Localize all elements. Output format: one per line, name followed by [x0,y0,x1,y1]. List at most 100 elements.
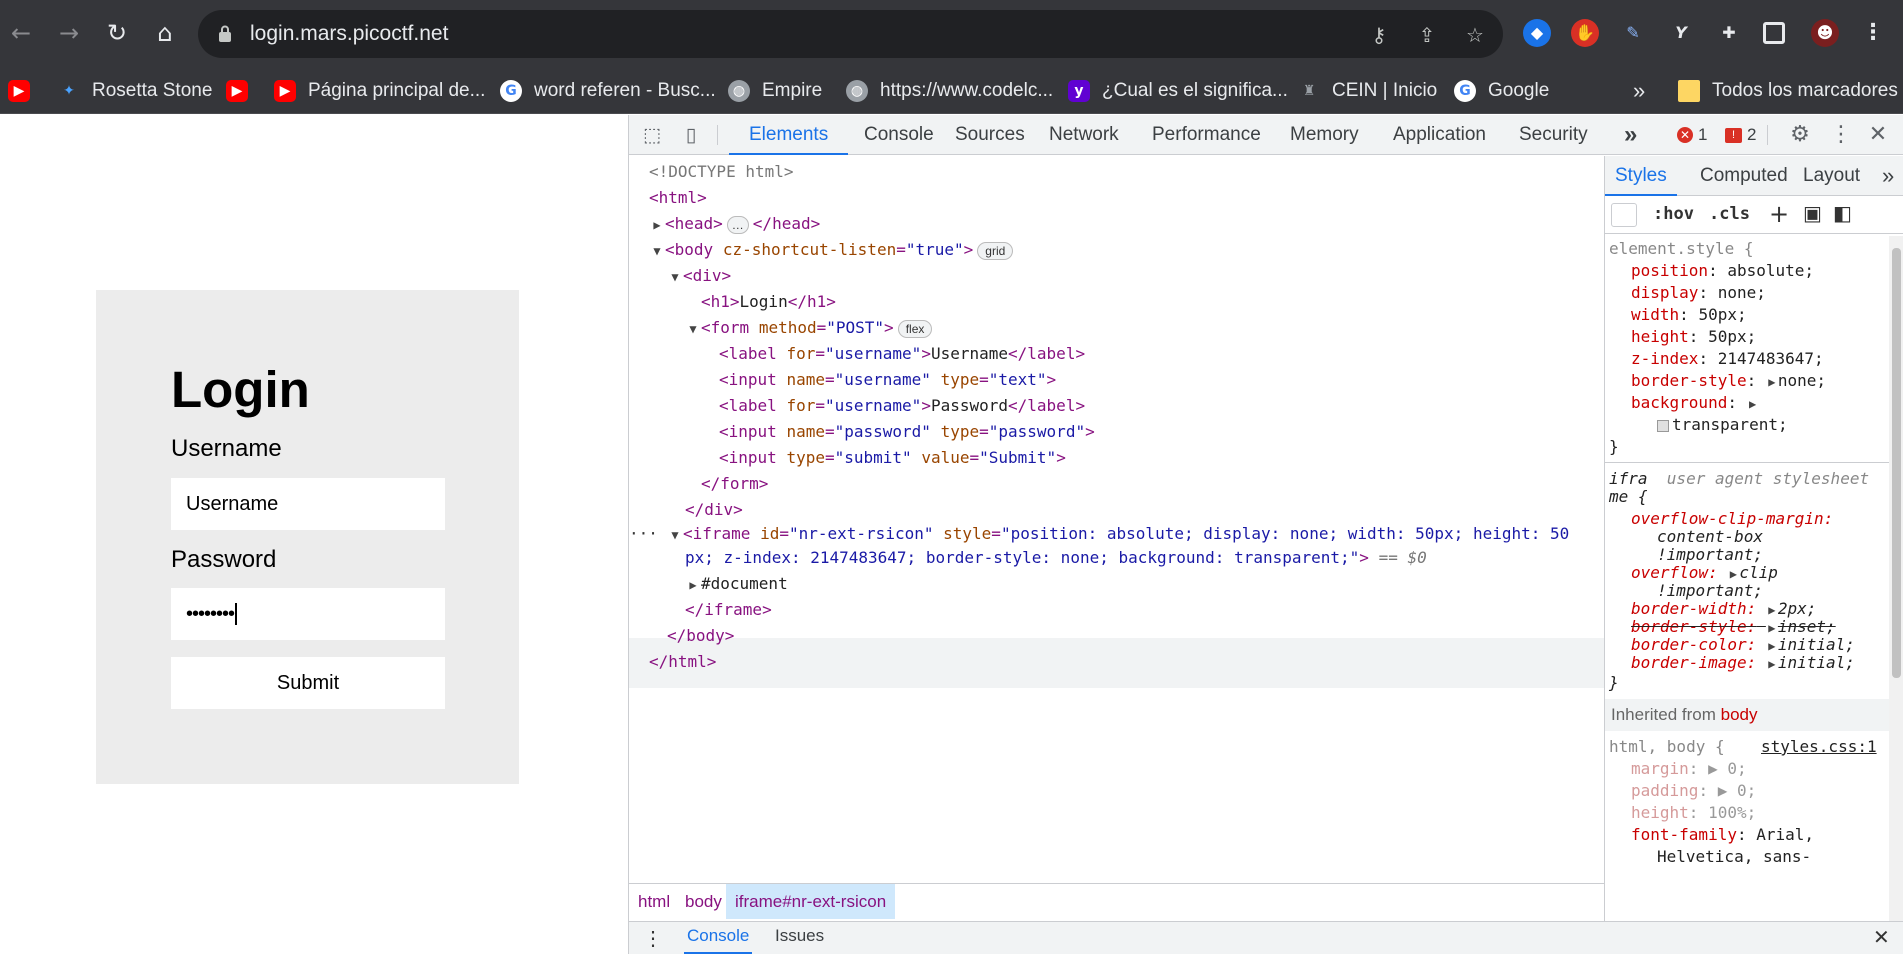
html-close-line[interactable]: </html> [649,650,716,674]
bookmark-codelco[interactable]: ◍ https://www.codelc... [846,77,1053,105]
extension-y-icon[interactable]: Y [1667,19,1695,47]
more-tabs-chevron[interactable]: » [1624,115,1637,155]
password-field[interactable]: •••••••• [171,588,445,640]
collapse-triangle-icon[interactable]: ▼ [649,239,665,263]
back-arrow-icon[interactable]: ← [6,18,36,48]
issues-counter[interactable]: ! 2 [1725,125,1756,145]
expand-triangle-icon[interactable]: ▶ [1747,393,1759,415]
doctype-line[interactable]: <!DOCTYPE html> [649,160,794,184]
document-line[interactable]: ▶ #document [685,572,787,597]
devtools-menu-icon[interactable]: ⋮ [1828,123,1854,147]
html-body-selector[interactable]: html, body { [1609,736,1725,758]
div-open-line[interactable]: ▼ <div> [667,264,731,288]
scrollbar-thumb[interactable] [1892,248,1901,678]
username-field[interactable] [171,478,445,530]
star-icon[interactable]: ☆ [1462,22,1488,48]
share-icon[interactable]: ⇪ [1414,22,1440,48]
puzzle-icon[interactable]: ✚ [1715,19,1743,47]
tab-security[interactable]: Security [1511,115,1596,155]
toggle-sidebar-icon[interactable]: ◧ [1833,201,1852,225]
tab-memory[interactable]: Memory [1282,115,1367,155]
css-prop-background[interactable]: background: ▶ [1631,392,1759,415]
add-rule-icon[interactable]: + [1769,200,1789,228]
tab-console[interactable]: Console [856,115,942,155]
bookmark-google[interactable]: G Google [1454,77,1549,105]
more-tabs-chevron[interactable]: » [1882,156,1894,196]
drawer-menu-icon[interactable]: ⋮ [643,926,663,951]
h1-line[interactable]: <h1>Login</h1> [701,290,836,314]
bookmarks-overflow-chevron[interactable]: » [1633,77,1645,105]
paint-roller-icon[interactable]: ▣ [1803,201,1822,225]
div-close-line[interactable]: </div> [685,498,743,522]
ua-selector-line[interactable]: ifra user agent stylesheet [1609,468,1869,490]
home-icon[interactable]: ⌂ [150,18,180,48]
element-style-selector[interactable]: element.style { [1609,238,1754,260]
error-counter[interactable]: ✕ 1 [1677,125,1707,145]
bookmark-all[interactable]: Todos los marcadores [1678,77,1898,105]
bookmark-rosetta[interactable]: ✦ Rosetta Stone [58,77,212,105]
url-text[interactable]: login.mars.picoctf.net [250,22,448,46]
avatar[interactable]: ☻ [1811,19,1839,47]
bookmark-yahoo[interactable]: y ¿Cual es el significa... [1068,77,1288,105]
body-close-line[interactable]: </body> [667,624,734,648]
tab-styles[interactable]: Styles [1605,156,1677,196]
iframe-close-line[interactable]: </iframe> [685,598,772,622]
eyedropper-icon[interactable]: ✎ [1619,19,1647,47]
cls-toggle[interactable]: .cls [1709,204,1750,224]
inherited-prop-padding[interactable]: padding: ▶ 0; [1631,780,1756,802]
tab-computed[interactable]: Computed [1692,156,1796,196]
css-prop-width[interactable]: width: 50px; [1631,304,1747,326]
collapse-triangle-icon[interactable]: ▼ [667,265,683,289]
expand-triangle-icon[interactable]: ▶ [1766,371,1778,393]
ua-prop-border-image[interactable]: border-image: ▶ initial; [1631,652,1855,675]
iframe-open-line[interactable]: ▼ <iframe id="nr-ext-rsicon" style="posit… [667,522,1569,546]
expand-triangle-icon[interactable]: ▶ [1766,653,1778,675]
body-open-line[interactable]: ▼ <body cz-shortcut-listen="true"> grid [649,238,1014,263]
css-prop-z-index[interactable]: z-index: 2147483647; [1631,348,1824,370]
collapse-triangle-icon[interactable]: ▼ [685,317,701,341]
inherited-prop-margin[interactable]: margin: ▶ 0; [1631,758,1747,780]
hov-toggle[interactable]: :hov [1653,204,1694,224]
flex-badge[interactable]: flex [897,319,933,338]
bookmark-youtube-2[interactable]: ▶ [226,77,260,105]
form-open-line[interactable]: ▼ <form method="POST"> flex [685,316,933,341]
collapse-triangle-icon[interactable]: ▼ [667,523,683,547]
css-prop-border-style[interactable]: border-style: ▶ none; [1631,370,1826,393]
label-password-line[interactable]: <label for="username">Password</label> [719,394,1085,418]
submit-button[interactable]: Submit [171,657,445,709]
crumb-iframe[interactable]: iframe#nr-ext-rsicon [726,884,896,919]
styles-scrollbar[interactable] [1889,236,1903,921]
bookmark-youtube[interactable]: ▶ [8,77,42,105]
label-username-line[interactable]: <label for="username">Username</label> [719,342,1085,366]
inherited-prop-font-family[interactable]: font-family: Arial, [1631,824,1814,846]
collapsed-ellipsis[interactable]: … [726,215,749,234]
bookmark-youtube-home[interactable]: ▶ Página principal de... [274,77,485,105]
extension-hand-icon[interactable]: ✋ [1571,19,1599,47]
settings-gear-icon[interactable]: ⚙ [1787,123,1813,147]
side-panel-icon[interactable] [1763,22,1785,44]
iframe-open-line-cont[interactable]: px; z-index: 2147483647; border-style: n… [685,546,1427,570]
filter-input[interactable] [1611,203,1637,227]
menu-kebab-icon[interactable]: ⋮ [1859,19,1887,47]
drawer-tab-console[interactable]: Console [684,926,753,954]
tab-network[interactable]: Network [1041,115,1127,155]
expand-triangle-icon[interactable]: ▶ [685,573,701,597]
close-devtools-icon[interactable]: ✕ [1865,123,1891,147]
key-icon[interactable]: ⚷ [1366,22,1392,48]
input-submit-line[interactable]: <input type="submit" value="Submit"> [719,446,1066,470]
tab-elements[interactable]: Elements [729,115,849,155]
address-bar[interactable]: login.mars.picoctf.net ⚷ ⇪ ☆ [198,10,1503,58]
device-toggle-icon[interactable]: ▯ [678,123,704,147]
input-password-line[interactable]: <input name="password" type="password"> [719,420,1095,444]
grid-badge[interactable]: grid [977,241,1014,260]
extension-shield-icon[interactable]: ◆ [1523,19,1551,47]
styles-source-link[interactable]: styles.css:1 [1761,736,1877,758]
reload-icon[interactable]: ↻ [102,18,132,48]
css-prop-display[interactable]: display: none; [1631,282,1766,304]
crumb-html[interactable]: html [638,892,670,912]
css-prop-height[interactable]: height: 50px; [1631,326,1756,348]
tab-sources[interactable]: Sources [947,115,1033,155]
drawer-tab-issues[interactable]: Issues [775,926,824,946]
bookmark-cein[interactable]: ♜ CEIN | Inicio [1298,77,1438,105]
crumb-body[interactable]: body [685,892,722,912]
